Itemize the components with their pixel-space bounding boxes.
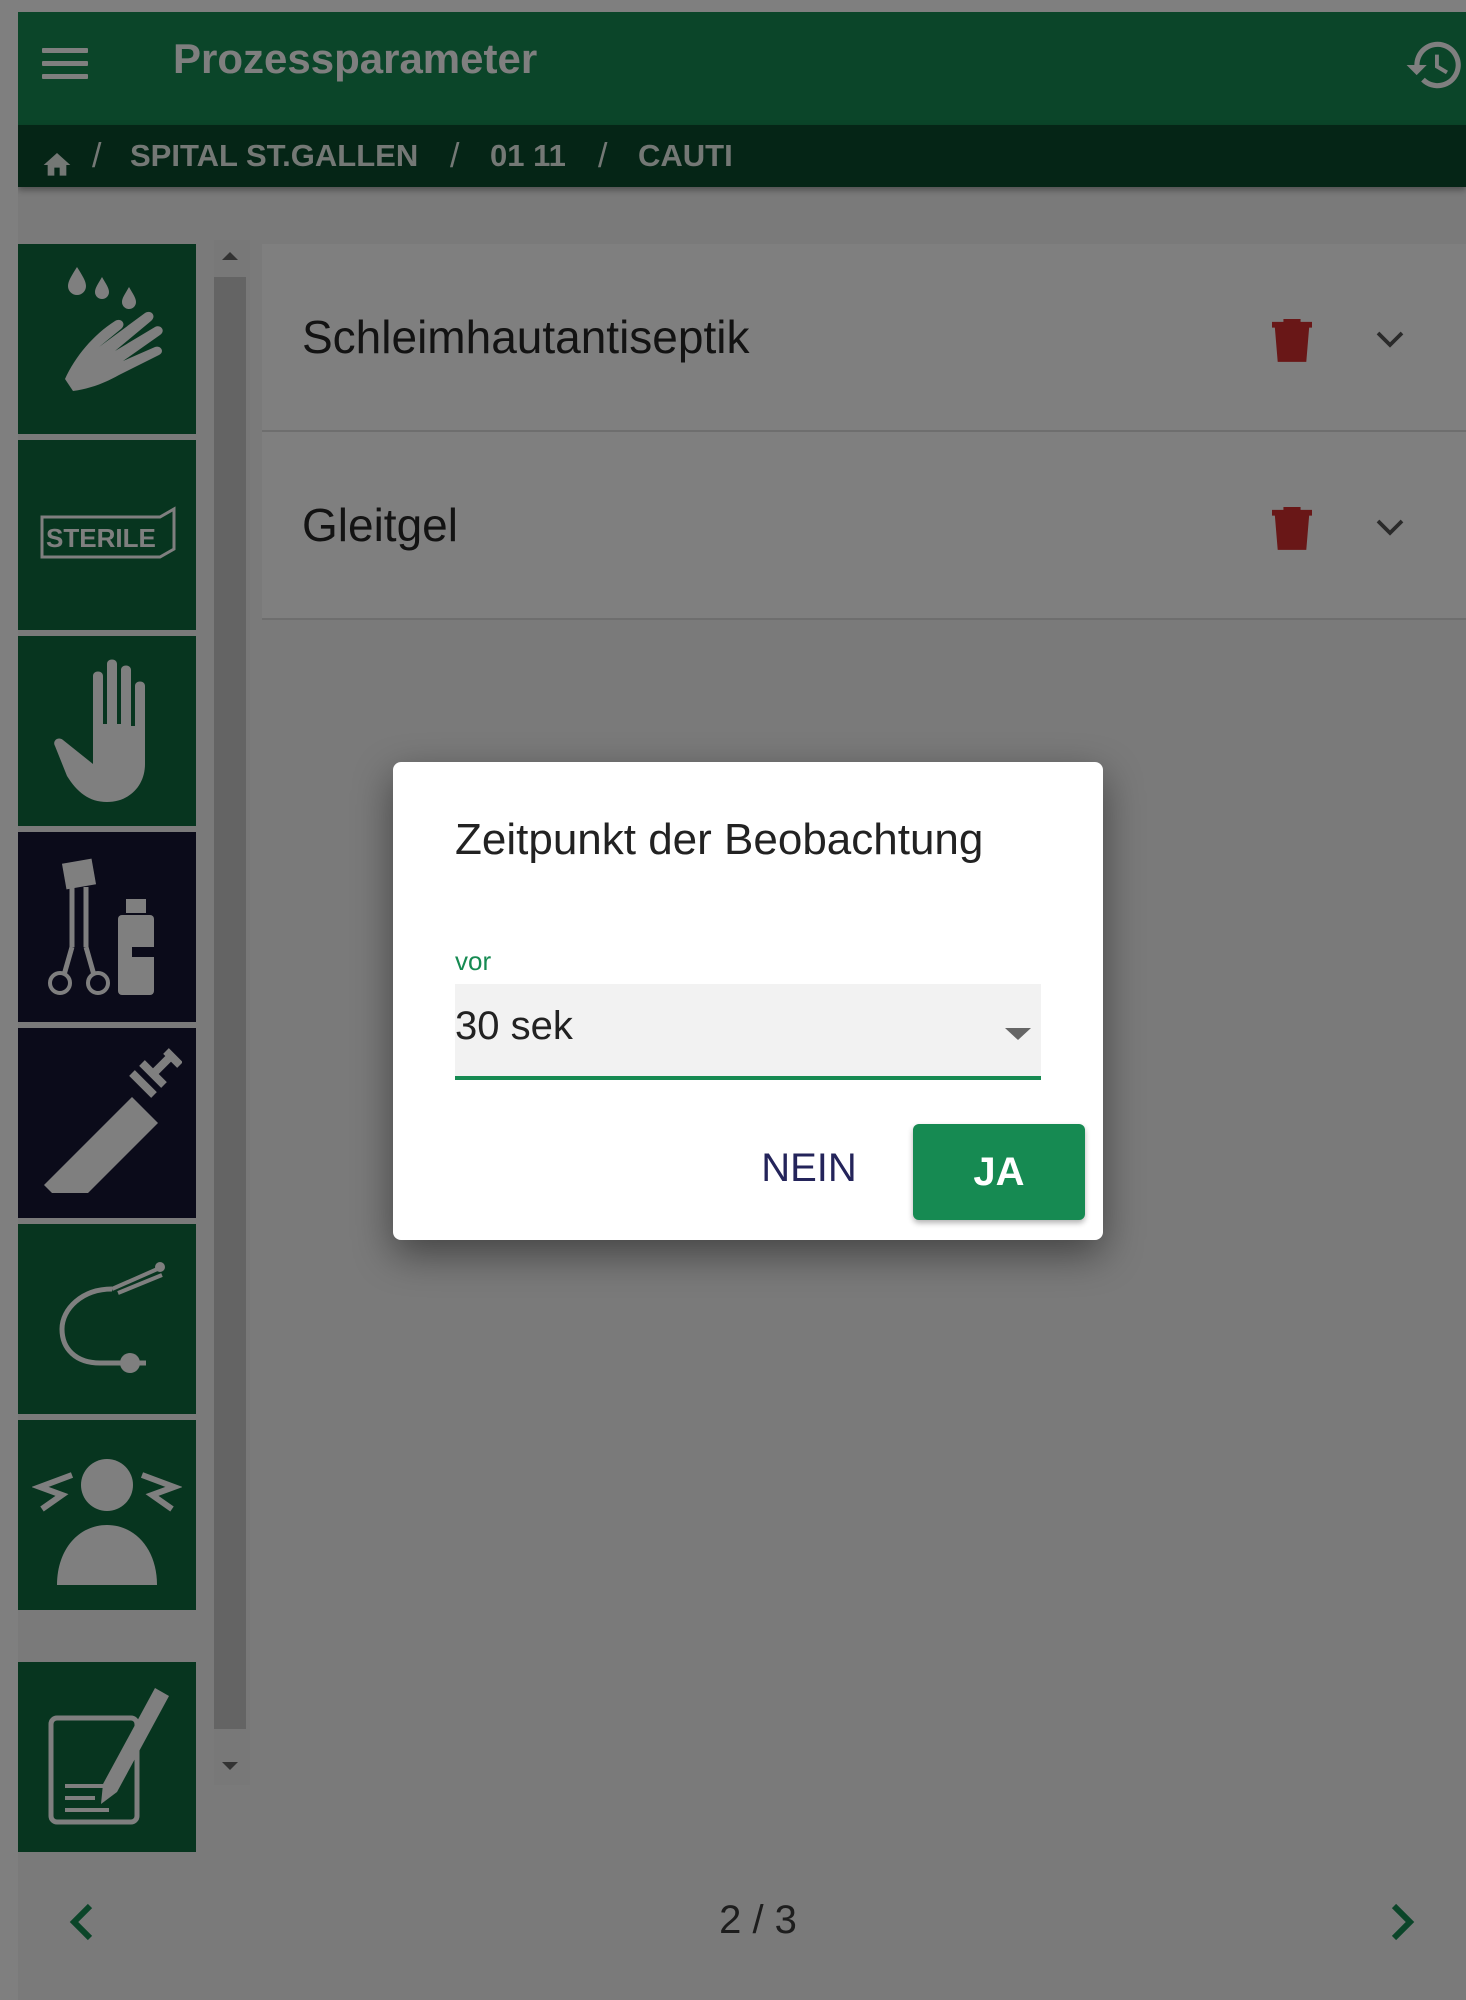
select-value: 30 sek xyxy=(455,1004,573,1048)
select-label: vor xyxy=(455,946,492,976)
dropdown-arrow-icon[interactable] xyxy=(1005,1028,1031,1040)
observation-time-dialog: Zeitpunkt der Beobachtung vor 30 sek NEI… xyxy=(393,762,1103,1240)
cancel-button[interactable]: NEIN xyxy=(747,1122,871,1214)
time-select[interactable]: 30 sek xyxy=(455,984,1041,1080)
confirm-button[interactable]: JA xyxy=(913,1124,1085,1220)
dialog-title: Zeitpunkt der Beobachtung xyxy=(455,815,984,864)
